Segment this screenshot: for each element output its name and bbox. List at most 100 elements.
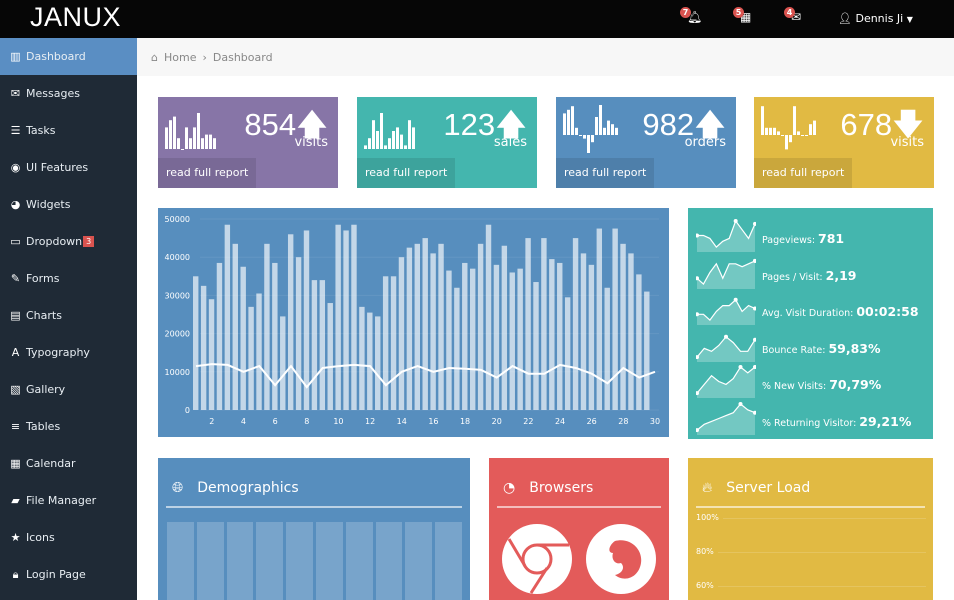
visits-chart: 0 10000 20000 30000 40000 50000 2 4 6 8 10 12 14 16 18… [158,208,669,437]
browsers-panel: ◔ Browsers [489,458,669,600]
chart-bar [248,306,254,410]
chart-bar [628,253,634,410]
sidebar-item-label: Dropdown [26,235,83,248]
mini-bar [567,109,570,135]
browsers-title: Browsers [529,480,594,496]
chart-bar [572,238,579,410]
read-full-report-link[interactable]: read full report [556,158,655,188]
sidebar-item-forms[interactable]: ✎ Forms [0,260,137,297]
divider [696,506,925,508]
sidebar-item-ui-features[interactable]: ◉ UI Features [0,149,137,186]
chevron-right-icon: › [202,50,207,64]
divider [166,506,462,508]
sparkline-point [724,334,728,339]
stat-box-sales: 123🡅 sales read full report [357,97,537,188]
sidebar-item-tables[interactable]: ≡ Tables [0,408,137,445]
mini-bar [777,131,780,135]
stat-box-visits: 854🡅 visits read full report [158,97,338,188]
messages-button[interactable]: 4 ✉ [784,7,811,30]
server-gridline: 80% [696,547,926,556]
metric-value: 781 [818,231,845,246]
sidebar-item-label: Messages [26,87,80,100]
mini-bar [376,131,379,149]
sidebar-item-dropdown[interactable]: ▭ Dropdown 3 [0,223,137,260]
sidebar-item-widgets[interactable]: ◕ Widgets [0,186,137,223]
sidebar-item-label: Login Page [26,568,86,581]
chrome-icon[interactable] [501,523,573,595]
chart-bar [501,245,508,410]
mini-bar [805,135,808,136]
breadcrumb-home[interactable]: Home [164,51,196,64]
mini-bar [761,106,764,135]
firefox-icon[interactable] [585,523,657,595]
sidebar: ▥ Dashboard ✉ Messages ☰ Tasks ◉ UI Features ◕ Wi… [0,38,137,600]
mini-bar [793,106,796,135]
chart-bar [193,276,199,410]
user-menu[interactable]: 👤︎ Dennis Ji ▼ [838,12,913,25]
stat-label: sales [493,135,527,150]
sidebar-item-charts[interactable]: ▤ Charts [0,297,137,334]
mini-bar-chart [563,105,618,153]
sidebar-item-calendar[interactable]: ▦ Calendar [0,445,137,482]
sidebar-item-label: Icons [26,531,55,544]
metric-label: % New Visits: [762,381,827,392]
mini-bar [177,138,180,149]
user-name: Dennis Ji [855,12,904,25]
read-full-report-link[interactable]: read full report [357,158,456,188]
sidebar-item-gallery[interactable]: ▧ Gallery [0,371,137,408]
chart-bar [485,224,492,410]
chart-icon: ▤ [10,309,21,322]
chart-bar [517,268,523,410]
chart-bar [588,264,595,410]
sidebar-item-login-page[interactable]: 🔒︎ Login Page [0,556,137,593]
mini-bar [773,127,776,135]
mini-bar [789,135,792,143]
sidebar-item-file-manager[interactable]: ▰ File Manager [0,482,137,519]
mini-bar [595,117,598,135]
notifications-badge: 7 [680,7,691,18]
demographics-bar [375,522,403,600]
mini-bar [579,135,582,136]
table-icon: ≡ [10,420,21,433]
x-tick-label: 16 [428,417,438,426]
x-tick-label: 18 [460,417,470,426]
chart-bar [493,264,500,410]
brand-logo[interactable]: JANUX [30,2,121,33]
sidebar-item-label: Forms [26,272,60,285]
sidebar-item-tasks[interactable]: ☰ Tasks [0,112,137,149]
calendar-button[interactable]: 5 ▦ [733,7,760,30]
demographics-panel: 🌐︎ Demographics [158,458,470,600]
mini-bar [587,135,590,153]
mini-bar [575,127,578,135]
sidebar-item-dashboard[interactable]: ▥ Dashboard [0,38,137,75]
notifications-button[interactable]: 7 🔔︎ [680,7,707,30]
sidebar-item-typography[interactable]: A Typography [0,334,137,371]
breadcrumb: ⌂ Home › Dashboard [137,38,954,76]
mini-bar [583,135,586,139]
chart-bar [216,262,223,410]
metric-row: % New Visits: 70,79% [696,364,931,398]
chart-bar [454,287,460,410]
font-icon: A [11,346,20,359]
read-full-report-link[interactable]: read full report [158,158,257,188]
chart-bar [604,287,610,410]
chart-bar [557,262,563,410]
mini-bar [205,134,208,149]
sparkline [696,334,756,362]
caret-down-icon: ▼ [906,15,913,24]
sidebar-item-messages[interactable]: ✉ Messages [0,75,137,112]
chart-bar [636,274,642,410]
sidebar-item-icons[interactable]: ★ Icons [0,519,137,556]
demographics-bar [256,522,284,600]
x-tick-label: 20 [492,417,502,426]
pie-icon: ◔ [503,480,516,496]
mini-bar [809,124,812,135]
server-load-panel: 🔥︎ Server Load 100% 80% 60% [688,458,933,600]
chart-bar [335,224,341,410]
mini-bar [197,113,200,149]
read-full-report-link[interactable]: read full report [754,158,853,188]
messages-badge: 4 [784,7,795,18]
chart-bar [343,230,349,410]
chart-bar [256,293,262,410]
stat-label: orders [684,135,726,150]
